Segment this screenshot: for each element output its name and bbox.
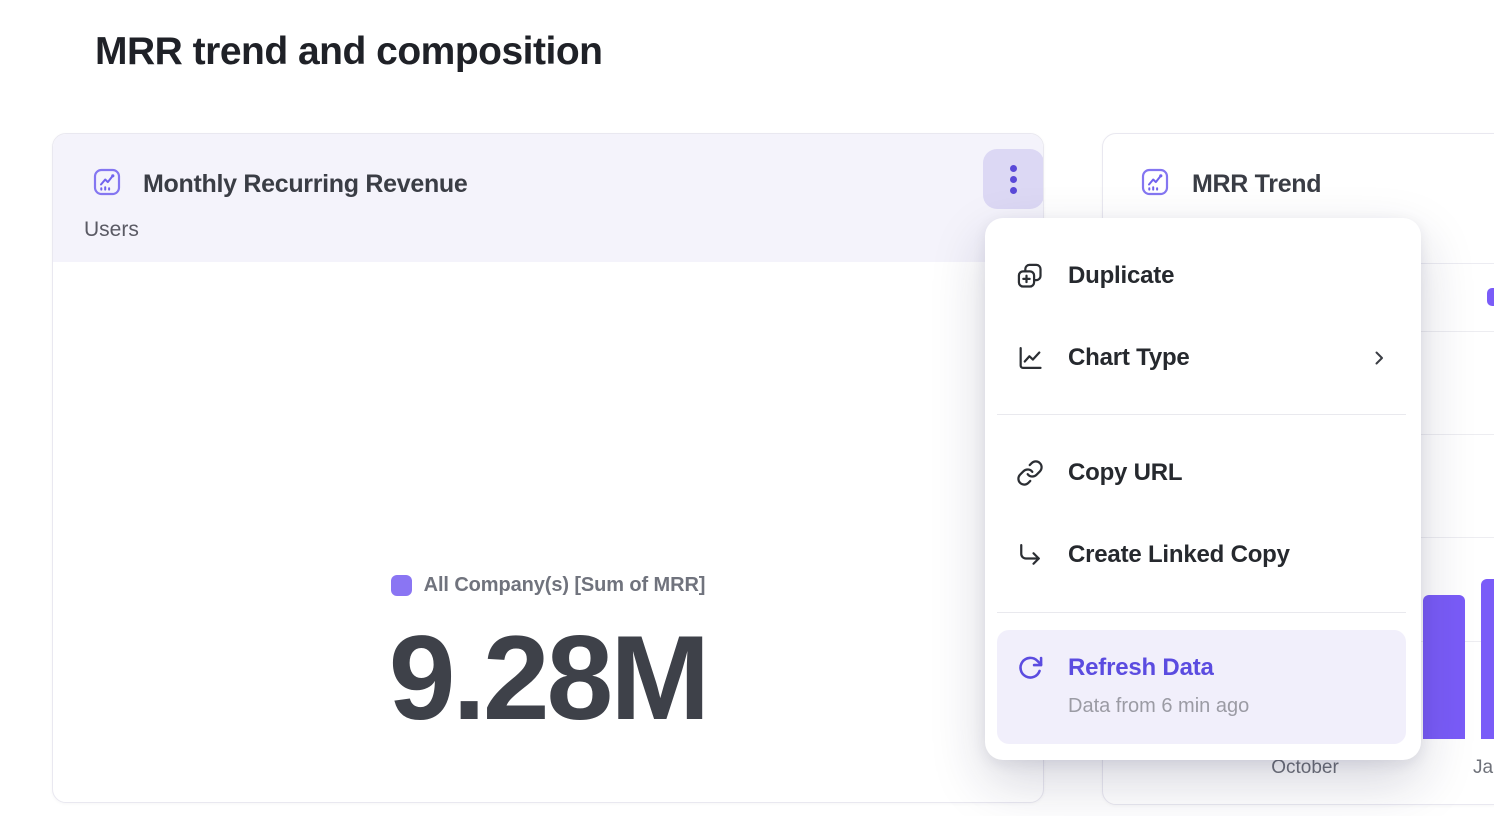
chart-trend-icon (1141, 168, 1169, 196)
context-menu: Duplicate Chart Type Copy URL (985, 218, 1421, 760)
menu-item-label: Copy URL (1068, 459, 1182, 487)
mrr-card: Monthly Recurring Revenue Users All Comp… (52, 133, 1044, 803)
chart-type-icon (1013, 341, 1047, 375)
kebab-dot (1010, 187, 1017, 194)
menu-item-refresh-data[interactable]: Refresh Data Data from 6 min ago (997, 630, 1406, 744)
refresh-icon (1013, 651, 1047, 685)
mrr-trend-card-title: MRR Trend (1192, 170, 1321, 199)
refresh-status-text: Data from 6 min ago (1068, 693, 1249, 719)
menu-item-label: Create Linked Copy (1068, 541, 1290, 569)
link-icon (1013, 456, 1047, 490)
page-title: MRR trend and composition (95, 30, 603, 74)
x-axis-label-october: October (1235, 758, 1375, 778)
menu-item-label: Refresh Data (1068, 651, 1249, 685)
legend-label: All Company(s) [Sum of MRR] (424, 574, 706, 597)
menu-item-label: Chart Type (1068, 344, 1190, 372)
menu-divider (997, 612, 1406, 613)
kpi-legend: All Company(s) [Sum of MRR] (53, 574, 1043, 597)
mrr-card-subtitle: Users (84, 218, 139, 242)
chart-trend-icon (93, 168, 121, 196)
linked-copy-icon (1013, 538, 1047, 572)
menu-divider (997, 414, 1406, 415)
trend-bar[interactable] (1481, 579, 1494, 739)
menu-item-create-linked-copy[interactable]: Create Linked Copy (985, 519, 1421, 591)
kebab-dot (1010, 165, 1017, 172)
menu-item-copy-url[interactable]: Copy URL (985, 437, 1421, 509)
x-axis-label-january: January (1473, 758, 1494, 778)
trend-legend-swatch (1487, 288, 1494, 306)
menu-item-chart-type[interactable]: Chart Type (985, 322, 1421, 394)
chevron-right-icon (1367, 346, 1391, 370)
kpi-value: 9.28M (53, 618, 1043, 738)
mrr-card-header: Monthly Recurring Revenue Users (53, 134, 1043, 262)
menu-item-label: Duplicate (1068, 262, 1174, 290)
kebab-dot (1010, 176, 1017, 183)
menu-item-duplicate[interactable]: Duplicate (985, 240, 1421, 312)
legend-swatch (391, 575, 412, 596)
duplicate-icon (1013, 259, 1047, 293)
mrr-card-title: Monthly Recurring Revenue (143, 170, 468, 199)
trend-bar[interactable] (1423, 595, 1465, 739)
kebab-menu-button[interactable] (983, 149, 1044, 209)
